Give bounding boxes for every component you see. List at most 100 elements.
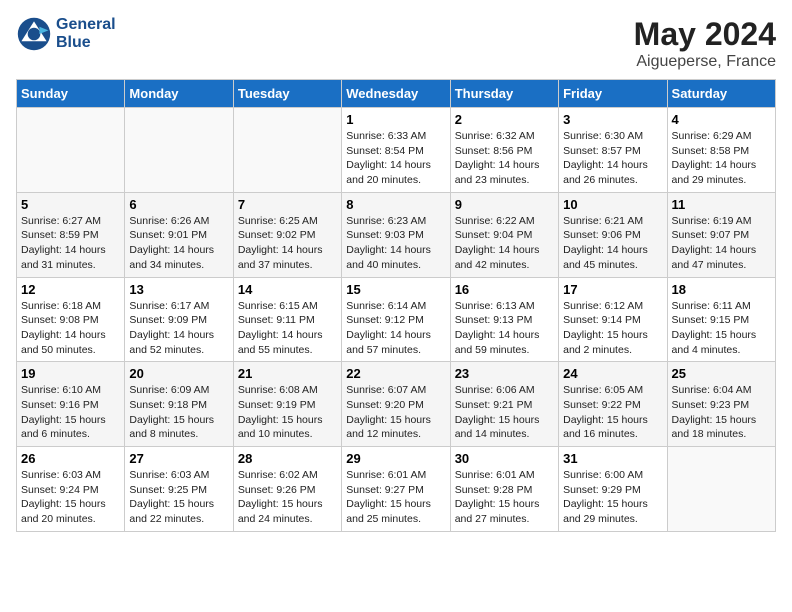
calendar-cell: 13 Sunrise: 6:17 AMSunset: 9:09 PMDayligh… [125,277,233,362]
day-info: Sunrise: 6:22 AMSunset: 9:04 PMDaylight:… [455,214,554,273]
day-number: 2 [455,112,554,127]
day-number: 6 [129,197,228,212]
day-number: 1 [346,112,445,127]
day-number: 7 [238,197,337,212]
day-number: 16 [455,282,554,297]
day-number: 10 [563,197,662,212]
day-info: Sunrise: 6:08 AMSunset: 9:19 PMDaylight:… [238,383,337,442]
calendar-cell: 15Sunrise: 6:14 AMSunset: 9:12 PMDayligh… [342,277,450,362]
day-info: Sunrise: 6:12 AMSunset: 9:14 PMDaylight:… [563,299,662,358]
day-info: Sunrise: 6:05 AMSunset: 9:22 PMDaylight:… [563,383,662,442]
day-info: Sunrise: 6:04 AMSunset: 9:23 PMDaylight:… [672,383,771,442]
day-info: Sunrise: 6:25 AMSunset: 9:02 PMDaylight:… [238,214,337,273]
weekday-header-tuesday: Tuesday [233,80,341,108]
day-number: 5 [21,197,120,212]
day-info: Sunrise: 6:03 AMSunset: 9:24 PMDaylight:… [21,468,120,527]
calendar-cell: 10 Sunrise: 6:21 AMSunset: 9:06 PMDayligh… [559,192,667,277]
day-number: 12 [21,282,120,297]
day-number: 26 [21,451,120,466]
weekday-header-friday: Friday [559,80,667,108]
day-info: Sunrise: 6:18 AMSunset: 9:08 PMDaylight:… [21,299,120,358]
calendar-cell: 22 Sunrise: 6:07 AMSunset: 9:20 PMDayligh… [342,362,450,447]
calendar-cell: 26 Sunrise: 6:03 AMSunset: 9:24 PMDayligh… [17,447,125,532]
calendar-cell: 16Sunrise: 6:13 AMSunset: 9:13 PMDayligh… [450,277,558,362]
day-info: Sunrise: 6:19 AMSunset: 9:07 PMDaylight:… [672,214,771,273]
day-number: 15 [346,282,445,297]
logo-general-label: General [56,16,116,34]
day-number: 30 [455,451,554,466]
calendar-cell: 31Sunrise: 6:00 AMSunset: 9:29 PMDayligh… [559,447,667,532]
calendar-cell: 1 Sunrise: 6:33 AMSunset: 8:54 PMDaylight… [342,108,450,193]
calendar-week-row: 12 Sunrise: 6:18 AMSunset: 9:08 PMDayligh… [17,277,776,362]
calendar-cell: 17 Sunrise: 6:12 AMSunset: 9:14 PMDayligh… [559,277,667,362]
day-number: 29 [346,451,445,466]
calendar-header: SundayMondayTuesdayWednesdayThursdayFrid… [17,80,776,108]
calendar-cell: 4 Sunrise: 6:29 AMSunset: 8:58 PMDaylight… [667,108,775,193]
calendar-cell: 3Sunrise: 6:30 AMSunset: 8:57 PMDaylight… [559,108,667,193]
day-number: 23 [455,366,554,381]
calendar-cell: 25 Sunrise: 6:04 AMSunset: 9:23 PMDayligh… [667,362,775,447]
calendar-cell: 27Sunrise: 6:03 AMSunset: 9:25 PMDayligh… [125,447,233,532]
day-number: 22 [346,366,445,381]
calendar-table: SundayMondayTuesdayWednesdayThursdayFrid… [16,79,776,532]
logo-blue-label: Blue [56,34,116,52]
weekday-header-row: SundayMondayTuesdayWednesdayThursdayFrid… [17,80,776,108]
day-number: 11 [672,197,771,212]
day-number: 4 [672,112,771,127]
calendar-cell: 7 Sunrise: 6:25 AMSunset: 9:02 PMDaylight… [233,192,341,277]
logo-icon [16,16,52,52]
day-info: Sunrise: 6:23 AMSunset: 9:03 PMDaylight:… [346,214,445,273]
calendar-cell: 30Sunrise: 6:01 AMSunset: 9:28 PMDayligh… [450,447,558,532]
day-info: Sunrise: 6:17 AMSunset: 9:09 PMDaylight:… [129,299,228,358]
day-number: 8 [346,197,445,212]
calendar-body: 1 Sunrise: 6:33 AMSunset: 8:54 PMDaylight… [17,108,776,532]
calendar-cell: 29 Sunrise: 6:01 AMSunset: 9:27 PMDayligh… [342,447,450,532]
day-info: Sunrise: 6:26 AMSunset: 9:01 PMDaylight:… [129,214,228,273]
calendar-cell [233,108,341,193]
day-number: 25 [672,366,771,381]
calendar-cell: 23 Sunrise: 6:06 AMSunset: 9:21 PMDayligh… [450,362,558,447]
weekday-header-saturday: Saturday [667,80,775,108]
calendar-cell: 2 Sunrise: 6:32 AMSunset: 8:56 PMDaylight… [450,108,558,193]
weekday-header-thursday: Thursday [450,80,558,108]
logo: General Blue [16,16,116,52]
calendar-cell: 20 Sunrise: 6:09 AMSunset: 9:18 PMDayligh… [125,362,233,447]
calendar-cell: 11 Sunrise: 6:19 AMSunset: 9:07 PMDayligh… [667,192,775,277]
calendar-cell: 6 Sunrise: 6:26 AMSunset: 9:01 PMDaylight… [125,192,233,277]
day-info: Sunrise: 6:30 AMSunset: 8:57 PMDaylight:… [563,129,662,188]
day-info: Sunrise: 6:32 AMSunset: 8:56 PMDaylight:… [455,129,554,188]
day-info: Sunrise: 6:00 AMSunset: 9:29 PMDaylight:… [563,468,662,527]
calendar-cell: 8 Sunrise: 6:23 AMSunset: 9:03 PMDaylight… [342,192,450,277]
day-info: Sunrise: 6:09 AMSunset: 9:18 PMDaylight:… [129,383,228,442]
calendar-cell: 28Sunrise: 6:02 AMSunset: 9:26 PMDayligh… [233,447,341,532]
logo-text: General Blue [56,16,116,51]
day-info: Sunrise: 6:07 AMSunset: 9:20 PMDaylight:… [346,383,445,442]
calendar-cell [125,108,233,193]
weekday-header-wednesday: Wednesday [342,80,450,108]
day-info: Sunrise: 6:27 AMSunset: 8:59 PMDaylight:… [21,214,120,273]
day-info: Sunrise: 6:01 AMSunset: 9:27 PMDaylight:… [346,468,445,527]
day-number: 20 [129,366,228,381]
calendar-cell: 19Sunrise: 6:10 AMSunset: 9:16 PMDayligh… [17,362,125,447]
calendar-cell: 18Sunrise: 6:11 AMSunset: 9:15 PMDayligh… [667,277,775,362]
day-info: Sunrise: 6:21 AMSunset: 9:06 PMDaylight:… [563,214,662,273]
calendar-cell: 21 Sunrise: 6:08 AMSunset: 9:19 PMDayligh… [233,362,341,447]
day-number: 13 [129,282,228,297]
day-info: Sunrise: 6:06 AMSunset: 9:21 PMDaylight:… [455,383,554,442]
day-info: Sunrise: 6:33 AMSunset: 8:54 PMDaylight:… [346,129,445,188]
calendar-cell: 5 Sunrise: 6:27 AMSunset: 8:59 PMDaylight… [17,192,125,277]
day-number: 17 [563,282,662,297]
title-block: May 2024 Aigueperse, France [634,16,776,71]
day-info: Sunrise: 6:29 AMSunset: 8:58 PMDaylight:… [672,129,771,188]
location-label: Aigueperse, France [634,53,776,71]
calendar-week-row: 26 Sunrise: 6:03 AMSunset: 9:24 PMDayligh… [17,447,776,532]
day-number: 21 [238,366,337,381]
month-year-title: May 2024 [634,16,776,53]
day-number: 19 [21,366,120,381]
calendar-cell: 12 Sunrise: 6:18 AMSunset: 9:08 PMDayligh… [17,277,125,362]
day-number: 9 [455,197,554,212]
day-number: 14 [238,282,337,297]
calendar-cell: 9 Sunrise: 6:22 AMSunset: 9:04 PMDaylight… [450,192,558,277]
calendar-cell [667,447,775,532]
day-number: 27 [129,451,228,466]
